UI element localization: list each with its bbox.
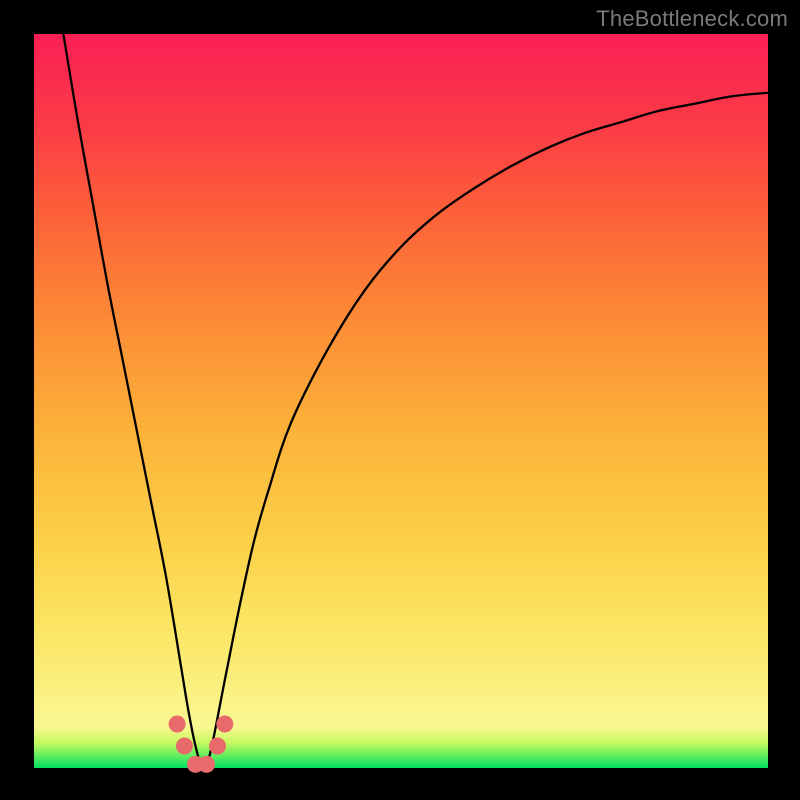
- curve-marker: [176, 737, 193, 754]
- curve-marker: [169, 715, 186, 732]
- watermark-text: TheBottleneck.com: [596, 6, 788, 32]
- chart-frame: TheBottleneck.com: [0, 0, 800, 800]
- curve-path: [63, 34, 768, 769]
- curve-marker: [216, 715, 233, 732]
- curve-marker: [198, 756, 215, 773]
- curve-marker: [209, 737, 226, 754]
- bottleneck-curve: [0, 0, 800, 800]
